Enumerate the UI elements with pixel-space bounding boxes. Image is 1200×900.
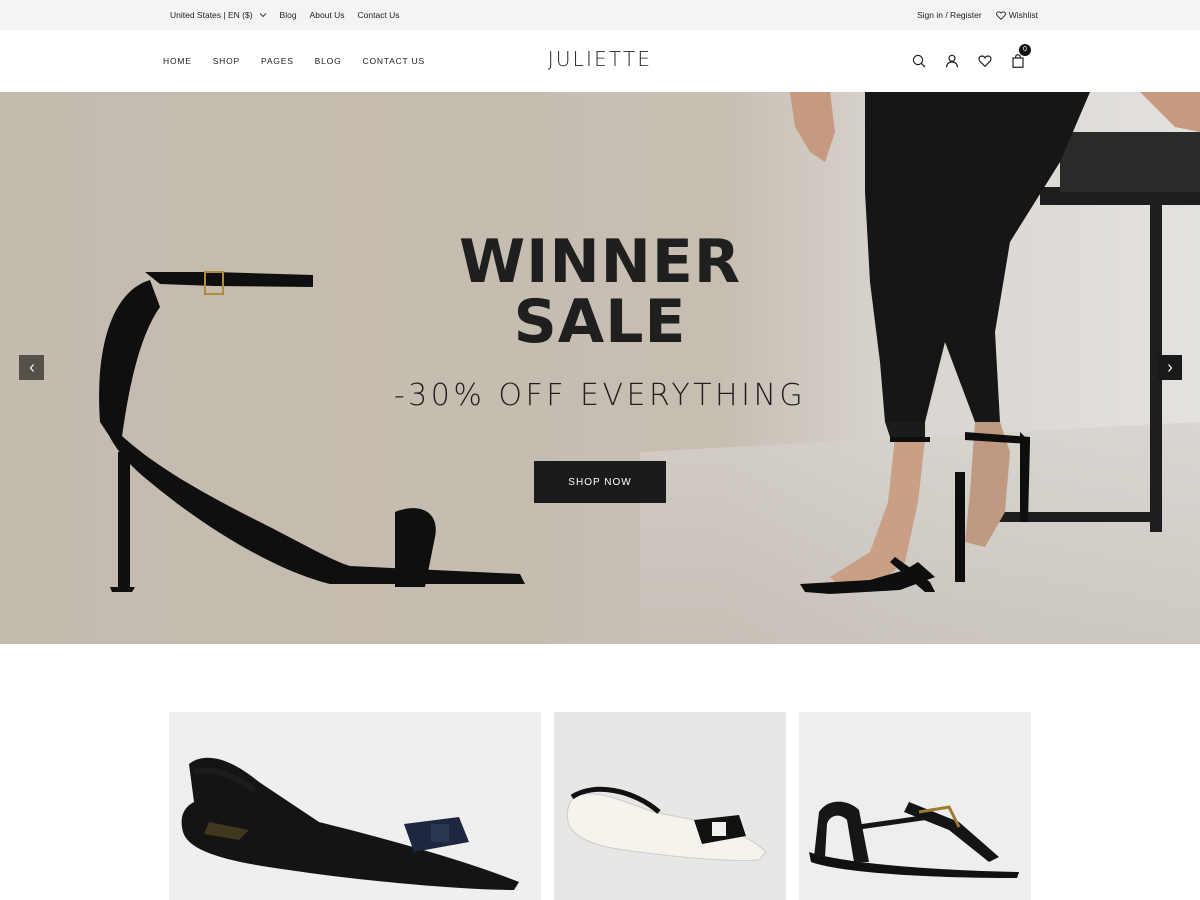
logo-text[interactable]: JULIETTE xyxy=(548,47,653,71)
search-icon[interactable] xyxy=(912,54,926,68)
topbar-left: United States | EN ($) Blog About Us Con… xyxy=(170,0,400,30)
topbar-link-blog[interactable]: Blog xyxy=(280,10,297,20)
product-card[interactable] xyxy=(554,712,786,900)
wishlist-label: Wishlist xyxy=(1008,10,1038,20)
chevron-down-icon xyxy=(259,13,266,18)
wishlist-heart-icon[interactable] xyxy=(978,54,992,68)
locale-label: United States | EN ($) xyxy=(170,10,253,20)
featured-products xyxy=(0,712,1200,900)
topbar-right: Sign in / Register Wishlist xyxy=(917,0,1038,30)
slider-prev-button[interactable] xyxy=(19,355,44,380)
cart-bag-icon[interactable]: 0 xyxy=(1011,44,1031,68)
hero-title-line2: SALE xyxy=(513,287,687,357)
hero-background-image xyxy=(0,92,1200,644)
topbar-link-contact[interactable]: Contact Us xyxy=(358,10,400,20)
cart-count-badge: 0 xyxy=(1019,44,1031,56)
product-image-black-slingback xyxy=(169,712,541,900)
main-header: HOME SHOP PAGES BLOG CONTACT US JULIETTE… xyxy=(0,30,1200,92)
hero-title-line1: WINNER xyxy=(458,227,742,297)
topbar-link-about[interactable]: About Us xyxy=(310,10,345,20)
slider-next-button[interactable] xyxy=(1157,355,1182,380)
hero-title: WINNER SALE xyxy=(0,232,1200,352)
shop-now-button[interactable]: SHOP NOW xyxy=(534,461,666,503)
wishlist-link[interactable]: Wishlist xyxy=(995,10,1038,20)
top-utility-bar: United States | EN ($) Blog About Us Con… xyxy=(0,0,1200,30)
header-icons: 0 xyxy=(912,30,1031,92)
chevron-left-icon xyxy=(29,363,34,372)
locale-selector[interactable]: United States | EN ($) xyxy=(170,10,267,20)
product-card[interactable] xyxy=(799,712,1031,900)
account-icon[interactable] xyxy=(945,54,959,68)
hero-banner: WINNER SALE -30% OFF EVERYTHING SHOP NOW xyxy=(0,92,1200,644)
product-image-white-slingback xyxy=(554,712,786,900)
heart-icon xyxy=(995,10,1006,20)
chevron-right-icon xyxy=(1167,363,1172,372)
product-image-black-strappy-sandal xyxy=(799,712,1031,900)
hero-subtitle: -30% OFF EVERYTHING xyxy=(393,378,807,413)
signin-register-link[interactable]: Sign in / Register xyxy=(917,10,982,20)
product-card[interactable] xyxy=(169,712,541,900)
